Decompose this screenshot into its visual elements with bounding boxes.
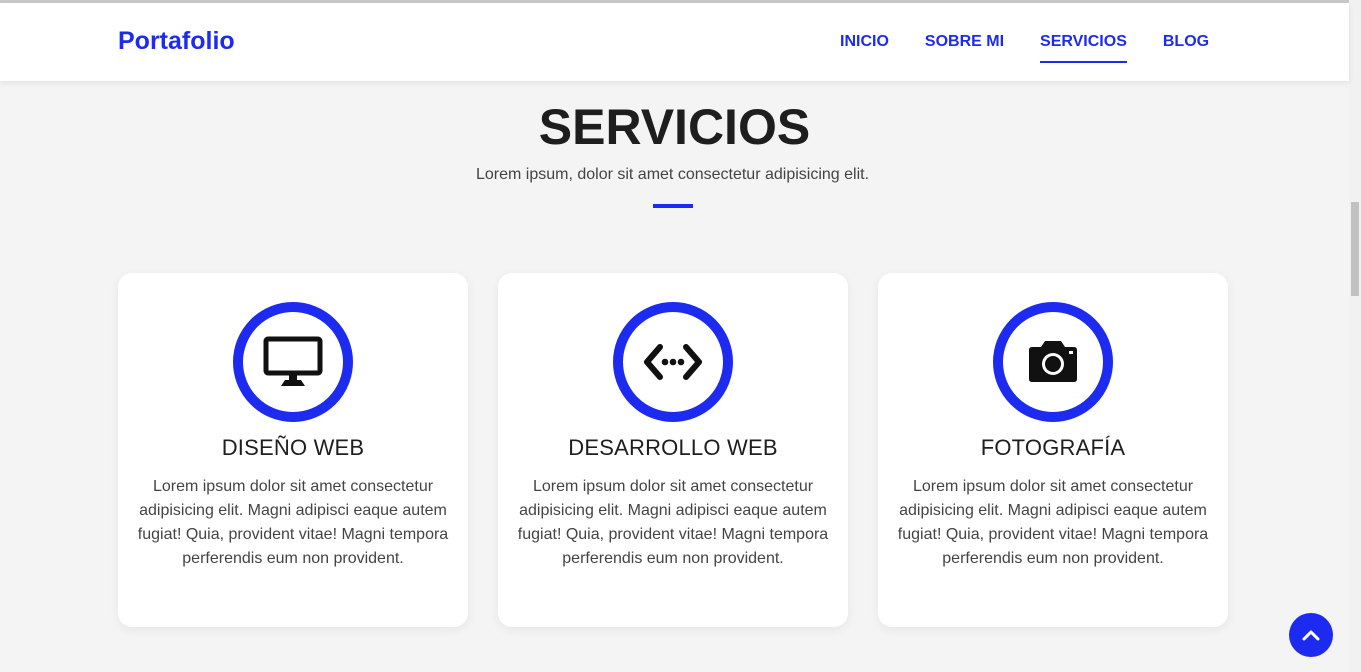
- service-card-diseno-web: DISEÑO WEB Lorem ipsum dolor sit amet co…: [118, 273, 468, 627]
- service-title: DESARROLLO WEB: [568, 435, 778, 460]
- brand-logo[interactable]: Portafolio: [118, 27, 235, 56]
- service-title: FOTOGRAFÍA: [980, 435, 1126, 460]
- site-header: Portafolio INICIO SOBRE MI SERVICIOS BLO…: [0, 3, 1349, 81]
- camera-icon: [1029, 341, 1077, 382]
- code-icon: [644, 344, 702, 380]
- service-description: Lorem ipsum dolor sit amet consectetur a…: [137, 478, 449, 567]
- service-icon-ring: [993, 302, 1113, 422]
- scroll-to-top-button[interactable]: [1289, 613, 1333, 657]
- scrollbar-track[interactable]: [1349, 0, 1361, 672]
- chevron-up-icon: [1302, 630, 1320, 641]
- section-title: SERVICIOS: [538, 99, 811, 155]
- section-subtitle: Lorem ipsum, dolor sit amet consectetur …: [475, 166, 870, 183]
- scrollbar-thumb[interactable]: [1351, 202, 1359, 296]
- main-nav: INICIO SOBRE MI SERVICIOS BLOG: [840, 33, 1245, 63]
- service-description: Lorem ipsum dolor sit amet consectetur a…: [897, 478, 1209, 567]
- nav-link-inicio[interactable]: INICIO: [840, 33, 889, 51]
- monitor-icon: [263, 336, 323, 386]
- service-card-fotografia: FOTOGRAFÍA Lorem ipsum dolor sit amet co…: [878, 273, 1228, 627]
- nav-link-servicios[interactable]: SERVICIOS: [1040, 33, 1127, 63]
- service-card-desarrollo-web: DESARROLLO WEB Lorem ipsum dolor sit ame…: [498, 273, 848, 627]
- service-title: DISEÑO WEB: [221, 435, 365, 460]
- nav-link-sobre-mi[interactable]: SOBRE MI: [925, 33, 1004, 51]
- service-description: Lorem ipsum dolor sit amet consectetur a…: [517, 478, 829, 567]
- service-icon-ring: [233, 302, 353, 422]
- service-icon-ring: [613, 302, 733, 422]
- nav-link-blog[interactable]: BLOG: [1163, 33, 1209, 51]
- section-divider: [653, 204, 693, 208]
